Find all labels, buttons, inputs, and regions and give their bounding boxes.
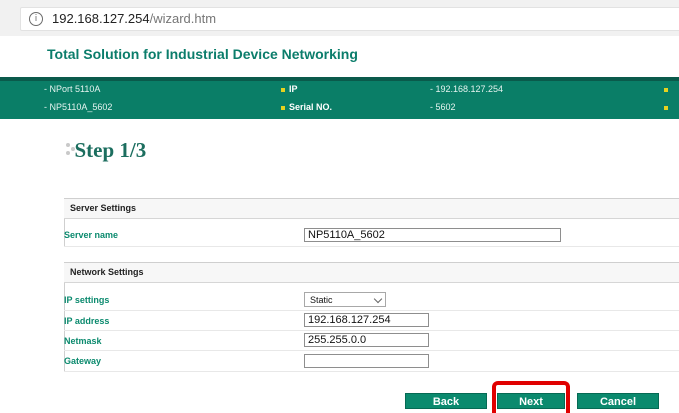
device-info-bar: - NPort 5110A - NP5110A_5602 IP Serial N… (0, 77, 679, 119)
browser-address-bar: i 192.168.127.254/wizard.htm (0, 0, 679, 36)
serial-info-label-text: Serial NO. (289, 102, 333, 112)
ip-info-label: IP (281, 84, 298, 94)
row-divider (64, 246, 679, 247)
device-name: - NP5110A_5602 (44, 102, 113, 112)
cancel-button[interactable]: Cancel (577, 393, 659, 409)
row-divider (64, 350, 679, 351)
url-path: /wizard.htm (149, 11, 217, 26)
info-icon[interactable]: i (29, 12, 43, 26)
url-field[interactable]: i 192.168.127.254/wizard.htm (20, 7, 679, 31)
back-button[interactable]: Back (405, 393, 487, 409)
url-text[interactable]: 192.168.127.254/wizard.htm (52, 11, 216, 26)
gateway-label: Gateway (64, 356, 102, 366)
serial-info-value: - 5602 (430, 102, 456, 112)
bullet-icon (664, 88, 668, 92)
server-name-input[interactable] (304, 228, 561, 242)
network-settings-heading: Network Settings (64, 262, 679, 283)
network-settings-heading-text: Network Settings (70, 267, 144, 277)
bullet-icon (281, 105, 285, 110)
device-model: - NPort 5110A (44, 84, 101, 94)
ip-address-label: IP address (64, 316, 110, 326)
ip-settings-value: Static (310, 295, 333, 305)
step-title-text: Step 1/3 (74, 138, 147, 162)
gateway-input[interactable] (304, 354, 429, 368)
step-title: Step 1/3 (64, 138, 147, 163)
ip-info-label-text: IP (289, 84, 298, 94)
chevron-down-icon (373, 294, 383, 304)
row-divider (64, 371, 679, 372)
server-name-label: Server name (64, 230, 119, 240)
site-tagline: Total Solution for Industrial Device Net… (47, 46, 358, 62)
server-settings-heading: Server Settings (64, 198, 679, 219)
bullet-icon (281, 87, 285, 92)
ip-settings-label: IP settings (64, 295, 110, 305)
ip-address-input[interactable] (304, 313, 429, 327)
ip-info-value: - 192.168.127.254 (430, 84, 504, 94)
row-divider (64, 310, 679, 311)
netmask-input[interactable] (304, 333, 429, 347)
bullet-icon (664, 106, 668, 110)
ip-settings-select[interactable]: Static (304, 292, 386, 307)
serial-info-label: Serial NO. (281, 102, 332, 112)
server-settings-heading-text: Server Settings (70, 203, 137, 213)
row-divider (64, 330, 679, 331)
netmask-label: Netmask (64, 336, 102, 346)
next-button-highlight (492, 381, 570, 413)
url-host: 192.168.127.254 (52, 11, 150, 26)
